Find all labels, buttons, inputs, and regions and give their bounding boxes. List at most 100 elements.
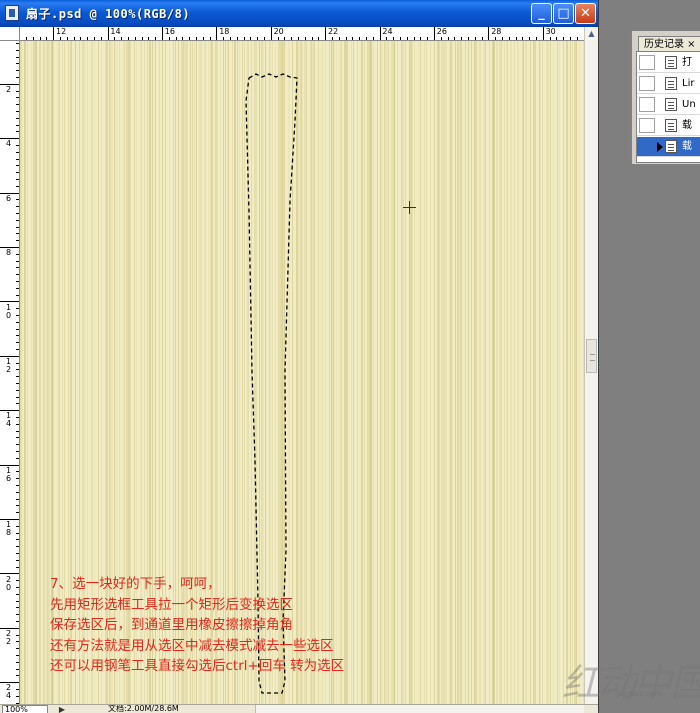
ruler-tick <box>16 43 19 44</box>
history-item[interactable]: 打 <box>637 53 700 73</box>
horizontal-ruler[interactable]: 12 14 16 18 20 22 24 26 28 30 <box>20 27 584 41</box>
ruler-tick <box>16 594 19 595</box>
ruler-tick <box>373 37 374 40</box>
ruler-tick <box>325 27 326 40</box>
ruler-tick <box>16 417 19 418</box>
vertical-scrollbar[interactable]: ▲ <box>584 27 598 704</box>
document-size: 文档:2.00M/28.6M <box>108 704 179 713</box>
ruler-label: 1 6 <box>6 465 12 483</box>
ruler-tick <box>16 57 19 58</box>
close-button[interactable]: ✕ <box>575 3 596 24</box>
vertical-ruler[interactable]: 2 4 6 8 1 0 1 2 1 4 1 6 1 8 2 0 2 2 2 4 <box>0 41 20 704</box>
ruler-tick <box>556 37 557 40</box>
ruler-tick <box>16 499 19 500</box>
ruler-tick <box>16 152 19 153</box>
ruler-tick <box>16 295 19 296</box>
document-state-icon <box>665 98 677 111</box>
zoom-field[interactable]: 100% <box>2 705 48 713</box>
ruler-label: 22 <box>328 27 339 36</box>
ruler-label: 20 <box>273 27 284 36</box>
history-item[interactable]: Lir <box>637 74 700 94</box>
status-menu-arrow-icon[interactable]: ▶ <box>56 705 68 713</box>
ruler-tick <box>16 254 19 255</box>
ruler-tick <box>16 587 19 588</box>
ruler-tick <box>16 614 19 615</box>
snapshot-checkbox[interactable] <box>639 76 655 91</box>
history-item[interactable]: 载 <box>637 116 700 136</box>
ruler-tick <box>16 458 19 459</box>
history-tab[interactable]: 历史记录 × <box>638 36 700 52</box>
window-title: 扇子.psd @ 100%(RGB/8) <box>26 7 191 21</box>
crosshair-cursor <box>403 201 417 215</box>
document-window: 扇子.psd @ 100%(RGB/8) _ □ ✕ 12 14 16 18 20 22 2… <box>0 0 599 713</box>
ruler-tick <box>16 131 19 132</box>
ruler-tick <box>16 580 19 581</box>
snapshot-checkbox[interactable] <box>639 97 655 112</box>
ruler-tick <box>563 37 564 40</box>
scroll-up-arrow-icon[interactable]: ▲ <box>585 27 598 41</box>
ruler-tick <box>482 37 483 40</box>
ruler-tick <box>522 37 523 40</box>
annotation-line: 先用矩形选框工具拉一个矩形后变换选区 <box>50 596 293 613</box>
ruler-tick <box>46 37 47 40</box>
ruler-tick <box>550 37 551 40</box>
ruler-tick <box>53 27 54 40</box>
title-bar[interactable]: 扇子.psd @ 100%(RGB/8) _ □ ✕ <box>0 0 598 27</box>
ruler-tick <box>529 37 530 40</box>
ruler-tick <box>502 37 503 40</box>
snapshot-checkbox[interactable] <box>639 139 655 154</box>
minimize-button[interactable]: _ <box>531 3 552 24</box>
ruler-tick <box>454 37 455 40</box>
ruler-tick <box>543 27 544 40</box>
ruler-tick <box>16 233 19 234</box>
watermark-text: 红动中国 <box>562 661 700 705</box>
snapshot-checkbox[interactable] <box>639 55 655 70</box>
ruler-tick <box>26 37 27 40</box>
ruler-label: 1 8 <box>6 520 12 538</box>
ruler-tick <box>16 675 19 676</box>
ruler-tick <box>291 37 292 40</box>
ruler-tick <box>16 77 19 78</box>
ruler-tick <box>216 27 217 40</box>
scrollbar-thumb[interactable] <box>586 339 597 373</box>
tutorial-annotation: 7、选一块好的下手，呵呵， 先用矩形选框工具拉一个矩形后变换选区 保存选区后，到… <box>50 574 344 677</box>
ruler-tick <box>0 519 19 520</box>
ruler-origin[interactable] <box>0 27 20 41</box>
ruler-tick <box>359 37 360 40</box>
snapshot-checkbox[interactable] <box>639 118 655 133</box>
ruler-tick <box>16 539 19 540</box>
history-item-label: Lir <box>682 78 695 89</box>
ruler-tick <box>162 27 163 40</box>
ruler-tick <box>87 37 88 40</box>
ruler-tick <box>16 689 19 690</box>
ruler-tick <box>16 281 19 282</box>
ruler-tick <box>16 662 19 663</box>
ruler-tick <box>16 403 19 404</box>
ruler-tick <box>420 37 421 40</box>
ruler-tick <box>475 37 476 40</box>
ruler-tick <box>114 37 115 40</box>
ruler-tick <box>16 349 19 350</box>
ruler-label: 2 2 <box>6 629 12 646</box>
document-icon <box>5 5 19 21</box>
image-canvas[interactable]: 7、选一块好的下手，呵呵， 先用矩形选框工具拉一个矩形后变换选区 保存选区后，到… <box>20 41 584 704</box>
ruler-tick <box>461 37 462 40</box>
ruler-tick <box>16 526 19 527</box>
ruler-tick <box>400 37 401 40</box>
maximize-button[interactable]: □ <box>553 3 574 24</box>
history-item[interactable]: Un <box>637 95 700 115</box>
ruler-label: 14 <box>110 27 121 36</box>
ruler-tick <box>16 696 19 697</box>
ruler-tick <box>16 512 19 513</box>
ruler-tick <box>16 322 19 323</box>
ruler-label: 24 <box>382 27 393 36</box>
ruler-tick <box>312 37 313 40</box>
ruler-tick <box>414 37 415 40</box>
ruler-tick <box>0 193 19 194</box>
horizontal-scrollbar[interactable] <box>255 705 584 713</box>
ruler-tick <box>16 444 19 445</box>
history-item[interactable]: 载 <box>637 137 700 157</box>
history-palette: 历史记录 × 打 Lir Un 载载 <box>631 30 700 165</box>
annotation-line: 保存选区后，到通道里用橡皮擦擦掉角角 <box>50 617 293 633</box>
ruler-tick <box>16 369 19 370</box>
